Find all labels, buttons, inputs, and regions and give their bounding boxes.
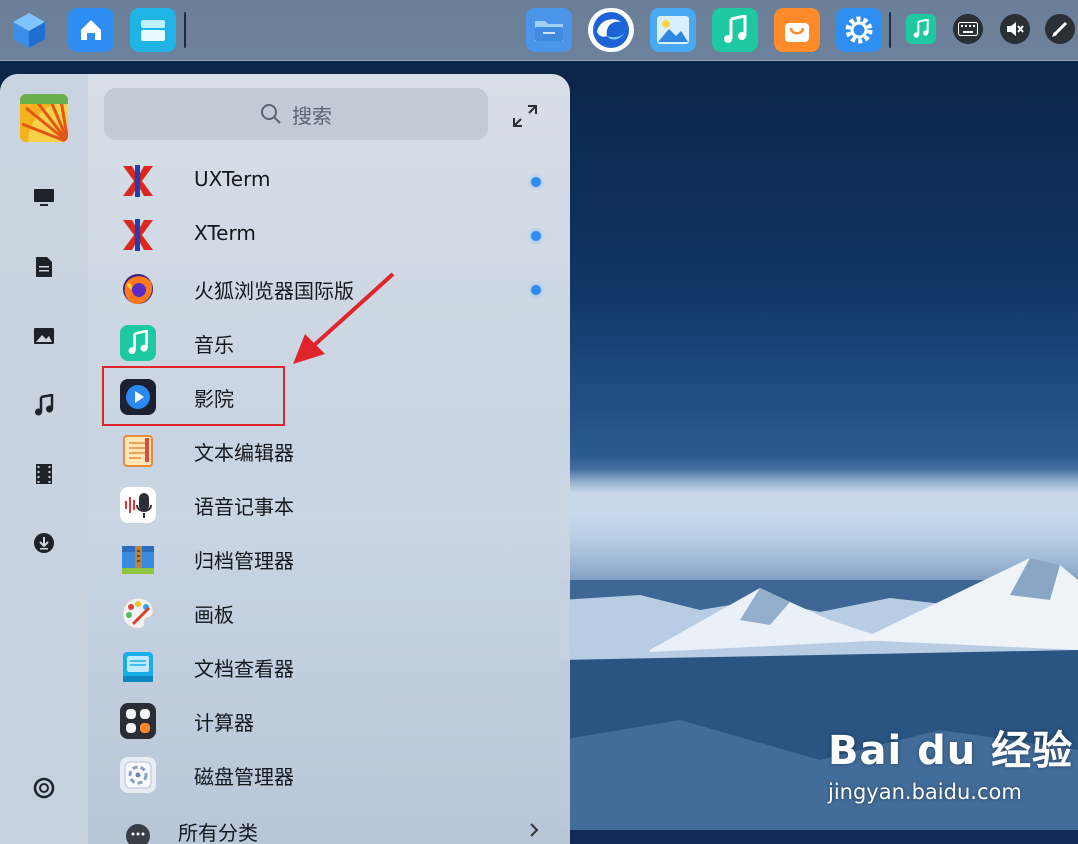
app-label: 音乐 (194, 333, 234, 357)
app-item-xterm[interactable]: XTerm (104, 209, 554, 261)
app-label: 归档管理器 (194, 549, 294, 573)
store-icon[interactable] (774, 8, 820, 52)
launcher-cube-icon[interactable] (6, 8, 52, 52)
new-app-indicator (531, 231, 541, 241)
archive-icon (120, 541, 156, 577)
app-item-calculator[interactable]: 计算器 (104, 695, 554, 747)
speaker-muted-icon[interactable] (1000, 14, 1030, 44)
music-icon (120, 325, 156, 361)
music-tray-icon[interactable] (906, 14, 936, 44)
avatar[interactable] (20, 94, 68, 142)
watermark-url: jingyan.baidu.com (828, 780, 1022, 804)
home-icon[interactable] (68, 8, 114, 52)
picture-icon[interactable] (32, 324, 56, 348)
app-label: 磁盘管理器 (194, 765, 294, 789)
app-item-doc-viewer[interactable]: 文档查看器 (104, 641, 554, 693)
fullscreen-toggle-icon[interactable] (512, 104, 538, 128)
monitor-icon[interactable] (32, 186, 56, 210)
power-icon[interactable] (32, 776, 56, 800)
firefox-icon (120, 271, 156, 307)
chevron-right-icon (530, 823, 539, 837)
keyboard-icon[interactable] (953, 14, 983, 44)
doc-viewer-icon (120, 649, 156, 685)
search-placeholder: 搜索 (292, 103, 332, 128)
annotation-arrow (293, 272, 395, 364)
app-label: 文档查看器 (194, 657, 294, 681)
image-icon[interactable] (650, 8, 696, 52)
more-icon (120, 811, 156, 844)
all-categories-item[interactable]: 所有分类 (104, 803, 554, 844)
search-input[interactable]: 搜索 (104, 88, 488, 140)
xterm-icon (120, 217, 156, 253)
new-app-indicator (531, 285, 541, 295)
app-label: XTerm (194, 221, 256, 245)
app-item-palette[interactable]: 画板 (104, 587, 554, 639)
app-item-text-editor[interactable]: 文本编辑器 (104, 425, 554, 477)
palette-icon (120, 595, 156, 631)
app-item-uxterm[interactable]: UXTerm (104, 155, 554, 207)
calculator-icon (120, 703, 156, 739)
document-icon[interactable] (32, 255, 56, 279)
app-label: 所有分类 (178, 821, 258, 844)
text-editor-icon (120, 433, 156, 469)
disk-icon (120, 757, 156, 793)
app-item-disk-manager[interactable]: 磁盘管理器 (104, 749, 554, 801)
app-label: 文本编辑器 (194, 441, 294, 465)
baidu-jingyan-logo: Bai du 经验 (828, 728, 1074, 774)
browser-icon[interactable] (588, 8, 634, 52)
film-icon[interactable] (32, 462, 56, 486)
gear-icon[interactable] (836, 8, 882, 52)
music-icon[interactable] (712, 8, 758, 52)
new-app-indicator (531, 177, 541, 187)
pen-icon[interactable] (1045, 14, 1075, 44)
folder-icon[interactable] (526, 8, 572, 52)
download-icon[interactable] (32, 531, 56, 555)
app-item-archive[interactable]: 归档管理器 (104, 533, 554, 585)
app-item-voice-note[interactable]: 语音记事本 (104, 479, 554, 531)
windows-icon[interactable] (130, 8, 176, 52)
top-dock (0, 0, 1078, 61)
launcher-sidebar (0, 74, 88, 844)
app-label: UXTerm (194, 167, 271, 191)
search-icon (261, 104, 281, 124)
app-label: 画板 (194, 603, 234, 627)
launcher-panel: 搜索 UXTerm XTerm 火狐浏览器国际版 音乐 影院 文本编辑器 语音记… (0, 74, 570, 844)
music-note-icon[interactable] (32, 393, 56, 417)
highlight-box (102, 366, 285, 426)
xterm-icon (120, 163, 156, 199)
app-label: 计算器 (194, 711, 254, 735)
app-label: 语音记事本 (194, 495, 294, 519)
voice-note-icon (120, 487, 156, 523)
